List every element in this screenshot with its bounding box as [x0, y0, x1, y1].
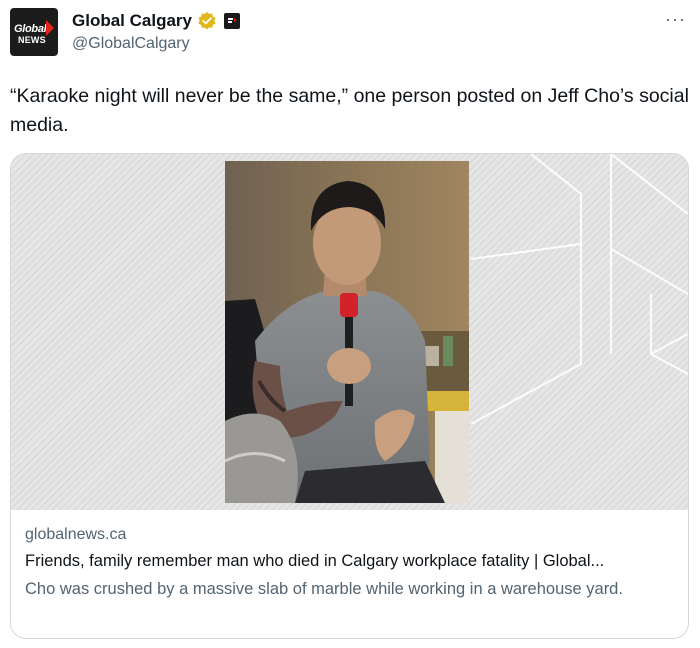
- author-name-row: Global Calgary: [72, 10, 240, 32]
- logo-triangle-icon: [46, 20, 54, 36]
- verified-badge-icon[interactable]: [197, 11, 217, 31]
- affiliate-badge-icon[interactable]: [223, 13, 240, 29]
- avatar-logo-text: Global: [14, 23, 47, 35]
- video-still-image: [225, 161, 469, 503]
- card-domain[interactable]: globalnews.ca: [25, 526, 126, 544]
- link-preview-card[interactable]: globalnews.ca Friends, family remember m…: [10, 153, 689, 639]
- card-title[interactable]: Friends, family remember man who died in…: [25, 552, 675, 571]
- account-avatar[interactable]: Global NEWS: [10, 8, 58, 56]
- card-description[interactable]: Cho was crushed by a massive slab of mar…: [25, 577, 675, 601]
- author-display-name[interactable]: Global Calgary: [72, 11, 192, 31]
- more-options-button[interactable]: ···: [665, 10, 686, 28]
- avatar-logo-subtext: NEWS: [18, 35, 46, 45]
- card-media[interactable]: [11, 154, 688, 510]
- author-handle[interactable]: @GlobalCalgary: [72, 35, 190, 53]
- tweet-text: “Karaoke night will never be the same,” …: [10, 85, 689, 136]
- affiliate-logo-icon: [225, 15, 238, 27]
- video-thumbnail[interactable]: [225, 161, 469, 503]
